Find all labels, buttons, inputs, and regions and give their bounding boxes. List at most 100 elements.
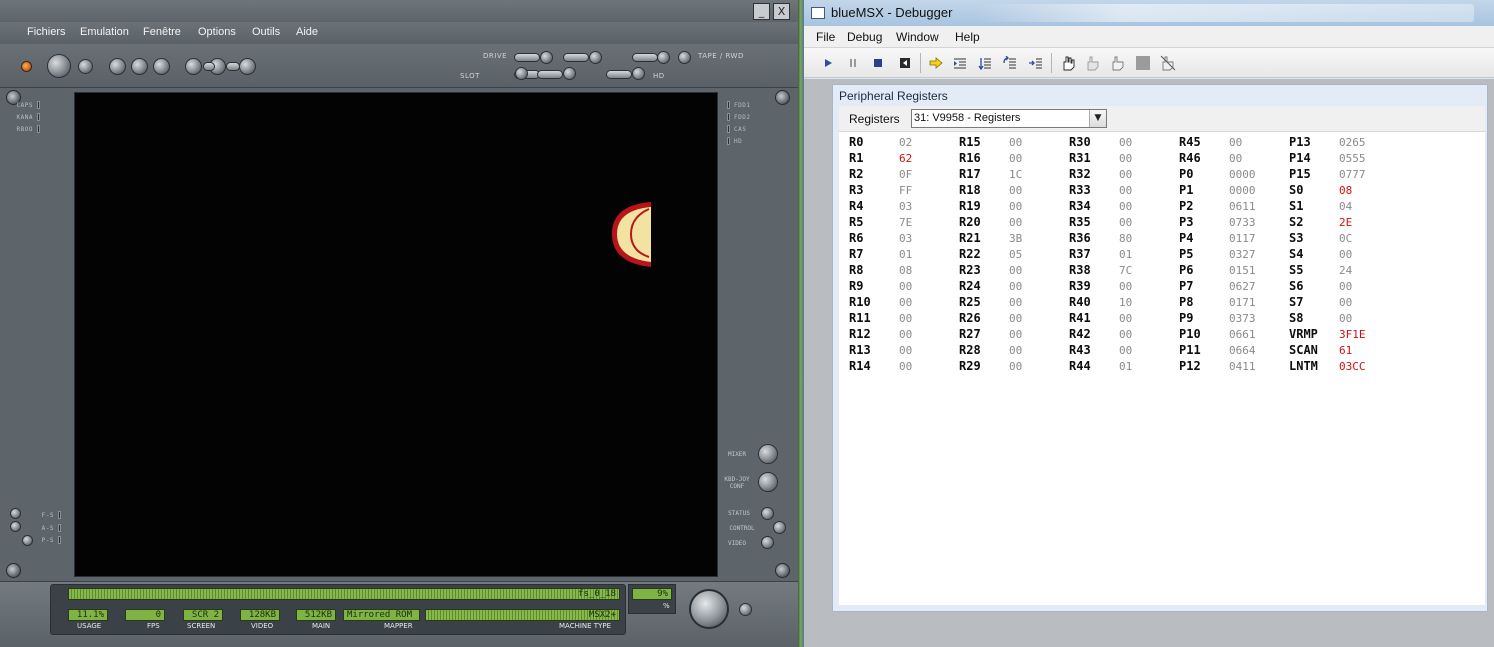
register-value: 00 [1119, 312, 1133, 325]
drive-b-slot[interactable] [563, 53, 589, 62]
register-value: 00 [899, 280, 913, 293]
speed-knob[interactable] [689, 589, 729, 629]
menu-fenetre[interactable]: Fenêtre [143, 26, 181, 38]
emulator-screen[interactable] [74, 92, 718, 577]
register-value: 04 [1339, 200, 1353, 213]
minimize-button[interactable]: _ [753, 3, 770, 20]
step-out-icon[interactable] [1001, 54, 1019, 72]
ps-toggle-button[interactable] [22, 535, 33, 546]
hd-led-row: HD [727, 137, 758, 145]
close-button[interactable]: X [773, 3, 790, 20]
run-to-cursor-icon[interactable] [1027, 54, 1045, 72]
step-into-icon[interactable] [951, 54, 969, 72]
video-caption: VIDEO [251, 622, 274, 630]
caps-led-label: CAPS [16, 101, 33, 109]
disable-breakpoint-icon[interactable] [1083, 54, 1101, 72]
register-name: R7 [849, 247, 864, 261]
tape-slot[interactable] [632, 53, 658, 62]
register-value: 7E [899, 216, 913, 229]
register-name: R23 [959, 263, 981, 277]
menu-help[interactable]: Help [955, 30, 980, 44]
status-button[interactable] [761, 507, 774, 520]
clear-breakpoints-icon[interactable] [1134, 54, 1152, 72]
menu-debug[interactable]: Debug [847, 30, 882, 44]
register-name: R43 [1069, 343, 1091, 357]
reset-button[interactable] [78, 59, 93, 74]
menu-aide[interactable]: Aide [296, 26, 318, 38]
menu-options[interactable]: Options [198, 26, 236, 38]
help-icon[interactable] [239, 58, 256, 75]
drive-a-eject-button[interactable] [540, 51, 553, 64]
menu-file[interactable]: File [816, 30, 835, 44]
toolbar-separator [1051, 53, 1052, 73]
pause-icon[interactable] [131, 58, 148, 75]
menu-outils[interactable]: Outils [252, 26, 280, 38]
speed-reset-button[interactable] [739, 603, 752, 616]
register-name: R27 [959, 327, 981, 341]
mapper-display: Mirrored ROM [343, 609, 420, 621]
kana-led-row: KANA [9, 113, 40, 121]
kana-led-icon [37, 113, 40, 121]
register-value: 00 [899, 328, 913, 341]
hd-eject-button[interactable] [632, 67, 645, 80]
chevron-down-icon[interactable]: ▼ [1089, 110, 1106, 127]
register-name: R30 [1069, 135, 1091, 149]
hd-slot[interactable] [606, 70, 632, 79]
cas-led-label: CAS [734, 125, 747, 133]
toolbar-connector [203, 62, 215, 71]
slot-1-eject-button[interactable] [515, 67, 528, 80]
menu-emulation[interactable]: Emulation [80, 26, 129, 38]
register-name: R40 [1069, 295, 1091, 309]
register-name: R2 [849, 167, 864, 181]
drive-b-eject-button[interactable] [589, 51, 602, 64]
fdd2-led-row: FDD2 [727, 113, 758, 121]
fs-toggle-button[interactable] [10, 508, 21, 519]
tape-eject-button[interactable] [657, 51, 670, 64]
register-name: R17 [959, 167, 981, 181]
menu-window[interactable]: Window [896, 30, 939, 44]
rom-name-display: fs_0_18 [68, 588, 620, 600]
register-value: 01 [899, 248, 913, 261]
register-name: R31 [1069, 151, 1091, 165]
toggle-breakpoint-icon[interactable] [1059, 54, 1077, 72]
register-name: SCAN [1289, 343, 1318, 357]
run-icon[interactable] [819, 54, 837, 72]
register-value: 61 [1339, 344, 1353, 357]
restart-icon[interactable] [896, 54, 914, 72]
register-name: R10 [849, 295, 871, 309]
play-icon[interactable] [109, 58, 126, 75]
register-value: 02 [899, 136, 913, 149]
register-value: 0733 [1229, 216, 1256, 229]
slot-2[interactable] [537, 70, 563, 79]
register-value: 00 [1009, 344, 1023, 357]
slot-2-eject-button[interactable] [563, 67, 576, 80]
stop-icon[interactable] [153, 58, 170, 75]
register-name: R21 [959, 231, 981, 245]
video-memory-display: 128KB [240, 609, 280, 621]
cartridge-icon[interactable] [185, 58, 202, 75]
usage-caption: USAGE [77, 622, 102, 630]
stop-icon[interactable] [869, 54, 887, 72]
register-value: 0661 [1229, 328, 1256, 341]
control-button[interactable] [773, 521, 786, 534]
register-value: 3F1E [1339, 328, 1366, 341]
break-icon[interactable] [844, 54, 862, 72]
menu-fichiers[interactable]: Fichiers [27, 26, 66, 38]
power-button[interactable] [47, 54, 71, 78]
breakpoint-list-icon[interactable] [1159, 54, 1177, 72]
show-next-statement-icon[interactable] [927, 54, 945, 72]
register-name: P1 [1179, 183, 1194, 197]
drive-a-slot[interactable] [514, 53, 540, 62]
register-value: 0664 [1229, 344, 1256, 357]
tape-rewind-button[interactable] [678, 51, 691, 64]
video-button[interactable] [761, 536, 774, 549]
register-name: R44 [1069, 359, 1091, 373]
register-name: P5 [1179, 247, 1194, 261]
kbd-joy-button[interactable] [758, 472, 778, 492]
register-value: 0117 [1229, 232, 1256, 245]
mixer-button[interactable] [758, 444, 778, 464]
step-over-icon[interactable] [976, 54, 994, 72]
as-toggle-button[interactable] [10, 521, 21, 532]
enable-breakpoints-icon[interactable] [1108, 54, 1126, 72]
ps-led-row: P-S [34, 536, 61, 544]
